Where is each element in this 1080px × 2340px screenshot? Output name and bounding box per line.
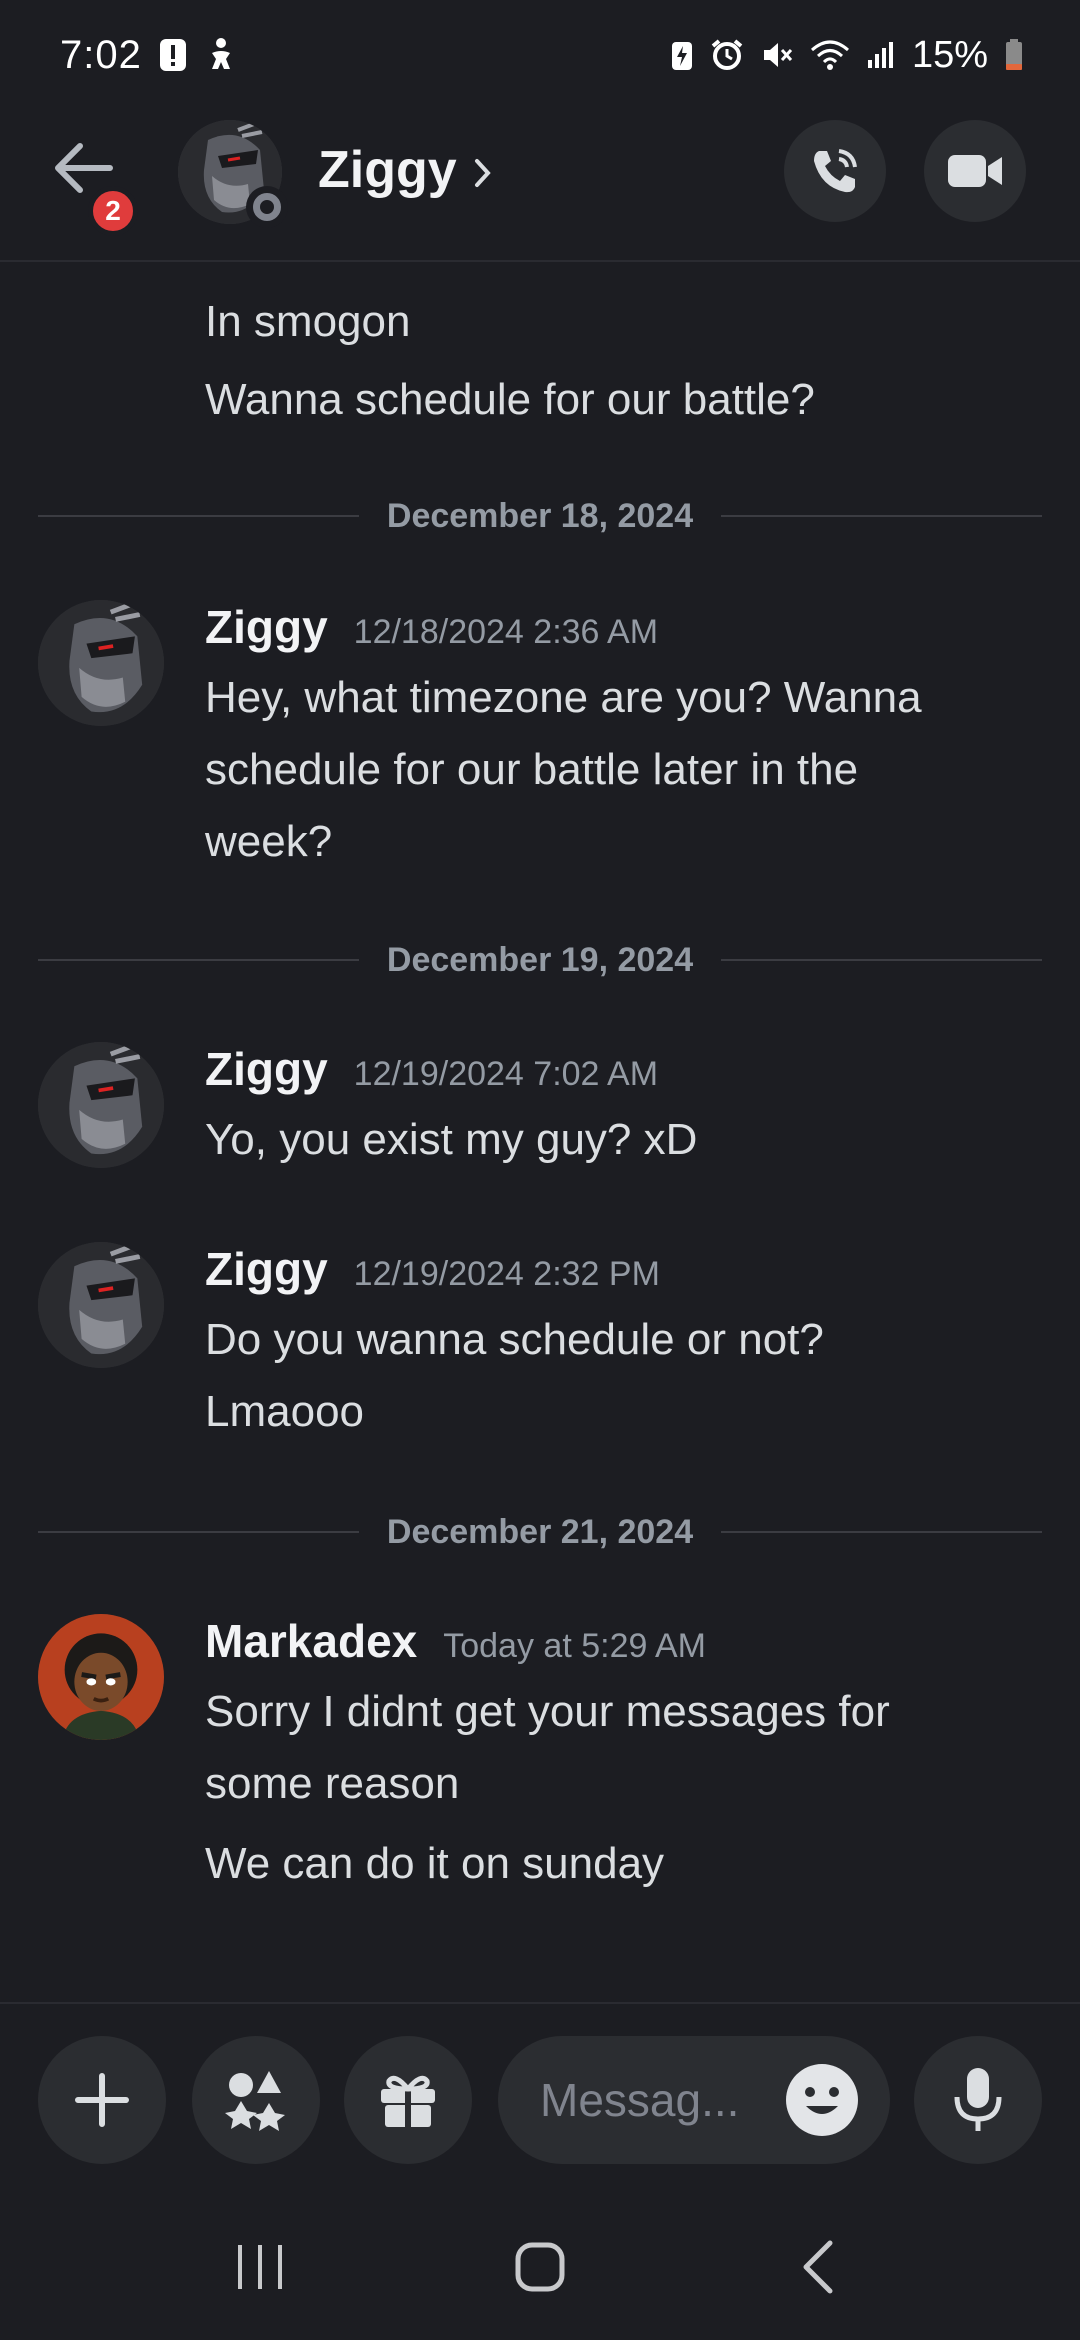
unread-badge: 2 (88, 186, 138, 236)
message-input-placeholder: Messag... (540, 2074, 740, 2126)
date-divider: December 18, 2024 (38, 496, 1042, 536)
phone-icon (814, 149, 857, 193)
avatar[interactable] (38, 1242, 164, 1368)
wifi-icon (810, 38, 850, 72)
video-camera-icon (948, 155, 1002, 187)
message-group[interactable]: Ziggy 12/19/2024 7:02 AM Yo, you exist m… (38, 1042, 1048, 1182)
timestamp: 12/19/2024 7:02 AM (353, 1055, 659, 1093)
timestamp: Today at 5:29 AM (443, 1627, 706, 1665)
chevron-left-icon (803, 2240, 833, 2293)
message-body: Yo, you exist my guy? xD (205, 1104, 1045, 1176)
message-text: We can do it on sunday (205, 1839, 665, 1888)
message-text: Do you wanna schedule or not? (205, 1315, 824, 1364)
message-header: Ziggy 12/19/2024 2:32 PM (205, 1242, 660, 1296)
message-text: Wanna schedule for our battle? (205, 375, 815, 424)
message-header: Markadex Today at 5:29 AM (205, 1614, 706, 1668)
chat-title[interactable]: Ziggy (318, 140, 457, 200)
gift-button[interactable] (344, 2036, 472, 2164)
smiley-icon (788, 2066, 856, 2134)
message-header: Ziggy 12/18/2024 2:36 AM (205, 600, 658, 654)
message-body: Hey, what timezone are you? Wanna schedu… (205, 662, 1045, 878)
chevron-right-icon[interactable] (472, 156, 494, 195)
battery-icon (1004, 38, 1024, 72)
voice-call-button[interactable] (784, 120, 886, 222)
message-text: Lmaooo (205, 1387, 365, 1436)
status-right: 15% (670, 34, 1024, 77)
video-call-button[interactable] (924, 120, 1026, 222)
author-name[interactable]: Ziggy (205, 1042, 328, 1096)
recent-apps-button[interactable] (230, 2237, 290, 2302)
presence-offline-indicator (246, 186, 288, 228)
message-text: Yo, you exist my guy? xD (205, 1115, 698, 1164)
home-icon (515, 2242, 565, 2291)
message-text: Sorry I didnt get your messages for (205, 1687, 890, 1736)
avatar[interactable] (38, 1614, 164, 1740)
avatar[interactable] (38, 600, 164, 726)
message-text: some reason (205, 1759, 460, 1808)
timestamp: 12/19/2024 2:32 PM (353, 1255, 660, 1293)
plus-icon (75, 2073, 129, 2127)
date-divider-label: December 19, 2024 (386, 940, 694, 979)
voice-message-button[interactable] (914, 2036, 1042, 2164)
system-back-button[interactable] (790, 2237, 850, 2302)
emoji-button[interactable] (786, 2064, 858, 2136)
apps-icon (225, 2071, 285, 2131)
date-divider: December 21, 2024 (38, 1512, 1042, 1552)
accessibility-icon (204, 37, 238, 73)
status-bar: 7:02 15% (0, 0, 1080, 110)
chat-header: 2 Ziggy (0, 110, 1080, 262)
message-text: schedule for our battle later in the (205, 745, 859, 794)
message-input[interactable]: Messag... (498, 2036, 890, 2164)
status-left: 7:02 (60, 33, 238, 78)
battery-saver-icon (670, 38, 694, 72)
add-attachment-button[interactable] (38, 2036, 166, 2164)
message-text: week? (205, 817, 333, 866)
mute-icon (760, 38, 794, 72)
gift-icon (381, 2075, 435, 2127)
message-list[interactable]: In smogon Wanna schedule for our battle?… (0, 262, 1080, 2002)
apps-button[interactable] (192, 2036, 320, 2164)
timestamp: 12/18/2024 2:36 AM (353, 613, 659, 651)
message-text: In smogon (205, 297, 411, 346)
message-body: Sorry I didnt get your messages for some… (205, 1676, 1045, 1900)
message-composer: Messag... (0, 2002, 1080, 2198)
status-time: 7:02 (60, 32, 142, 77)
alert-icon (158, 37, 188, 73)
date-divider-label: December 18, 2024 (386, 496, 694, 535)
home-button[interactable] (510, 2237, 570, 2302)
author-name[interactable]: Ziggy (205, 600, 328, 654)
message-group[interactable]: Markadex Today at 5:29 AM Sorry I didnt … (38, 1614, 1048, 1914)
battery-percent: 15% (911, 33, 988, 76)
alarm-icon (710, 38, 744, 72)
avatar[interactable] (38, 1042, 164, 1168)
system-nav-bar (0, 2198, 1080, 2340)
microphone-icon (954, 2068, 1002, 2131)
message-group[interactable]: Ziggy 12/19/2024 2:32 PM Do you wanna sc… (38, 1242, 1048, 1452)
message-group[interactable]: Ziggy 12/18/2024 2:36 AM Hey, what timez… (38, 600, 1048, 866)
message-body: Do you wanna schedule or not? Lmaooo (205, 1304, 1045, 1448)
date-divider-label: December 21, 2024 (386, 1512, 694, 1551)
message-header: Ziggy 12/19/2024 7:02 AM (205, 1042, 658, 1096)
message-text: Hey, what timezone are you? Wanna (205, 673, 922, 722)
author-name[interactable]: Ziggy (205, 1242, 328, 1296)
recent-apps-icon (238, 2244, 282, 2289)
date-divider: December 19, 2024 (38, 940, 1042, 980)
signal-icon (866, 40, 896, 70)
author-name[interactable]: Markadex (205, 1614, 417, 1668)
